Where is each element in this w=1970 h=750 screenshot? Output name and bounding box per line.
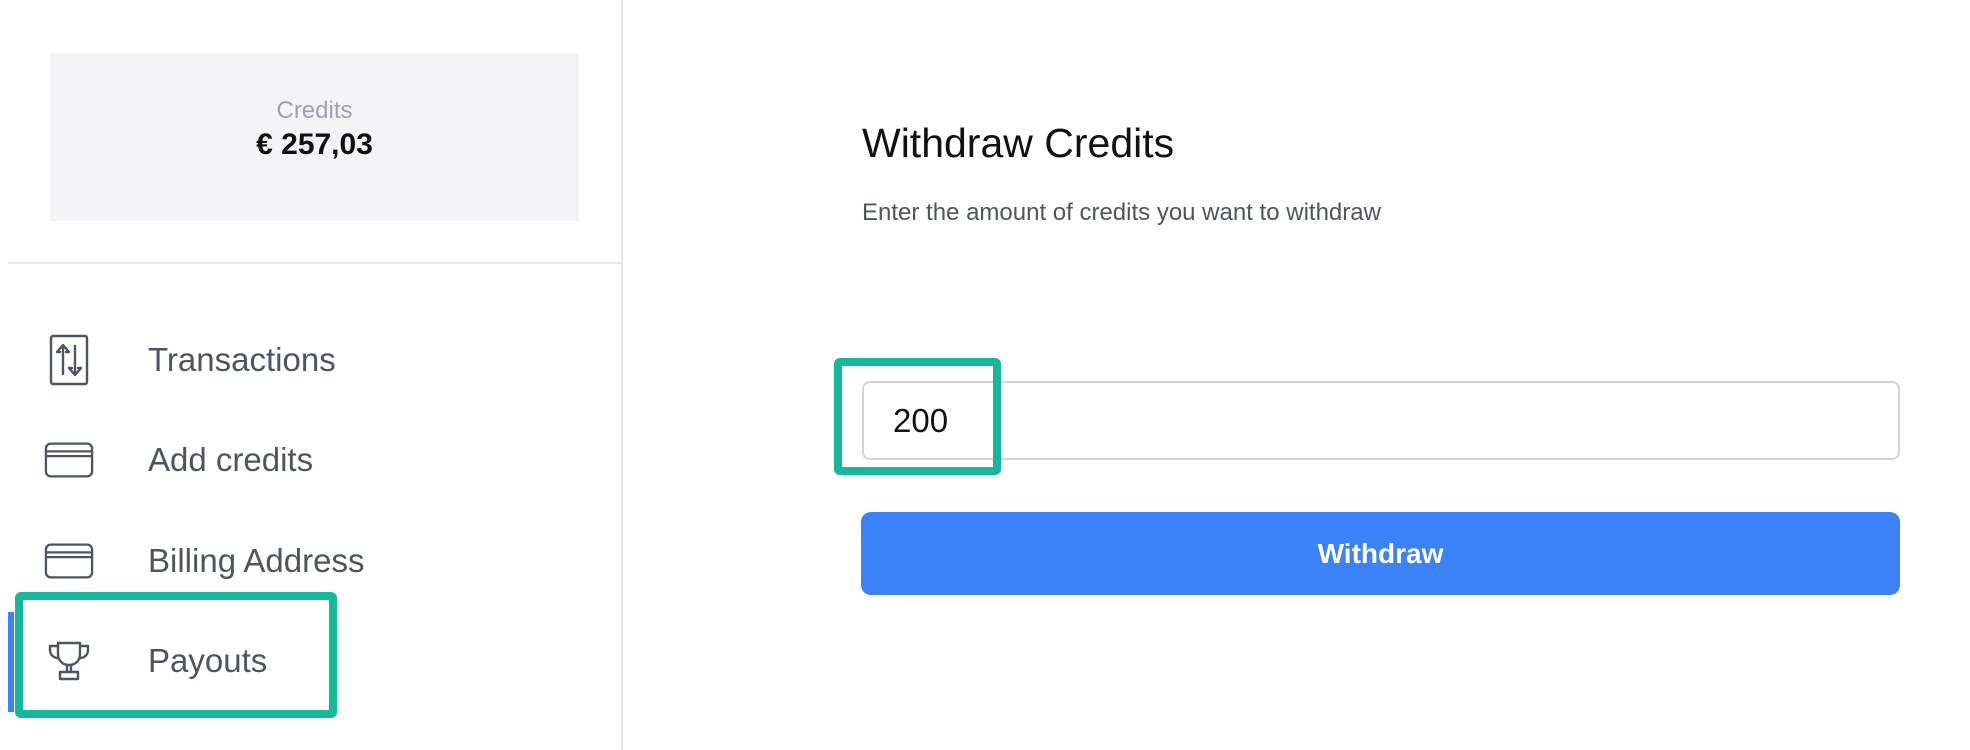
- sidebar-item-label: Payouts: [148, 642, 268, 679]
- credits-label: Credits: [276, 97, 353, 124]
- sidebar-item-payouts[interactable]: Payouts: [8, 621, 623, 701]
- sidebar-item-label: Transactions: [148, 341, 336, 378]
- payouts-page: Credits € 257,03 Transactions Add credit…: [0, 0, 1970, 750]
- credit-card-icon: [44, 536, 94, 586]
- page-subtitle: Enter the amount of credits you want to …: [862, 199, 1381, 226]
- withdraw-button[interactable]: Withdraw: [861, 512, 1900, 595]
- sidebar-item-label: Billing Address: [148, 542, 365, 579]
- main-content: Withdraw Credits Enter the amount of cre…: [625, 0, 1970, 750]
- sidebar-item-billing-address[interactable]: Billing Address: [8, 521, 623, 601]
- sidebar-item-add-credits[interactable]: Add credits: [8, 420, 623, 500]
- amount-input[interactable]: [862, 381, 1900, 460]
- credits-card: Credits € 257,03: [50, 53, 579, 221]
- credit-card-icon: [44, 435, 94, 485]
- transfer-arrows-icon: [44, 334, 94, 386]
- page-title: Withdraw Credits: [862, 120, 1175, 166]
- sidebar-item-transactions[interactable]: Transactions: [8, 320, 623, 400]
- sidebar: Credits € 257,03 Transactions Add credit…: [8, 0, 623, 750]
- trophy-icon: [44, 636, 94, 686]
- sidebar-item-label: Add credits: [148, 441, 314, 478]
- sidebar-divider: [8, 262, 623, 264]
- credits-amount: € 257,03: [256, 128, 373, 161]
